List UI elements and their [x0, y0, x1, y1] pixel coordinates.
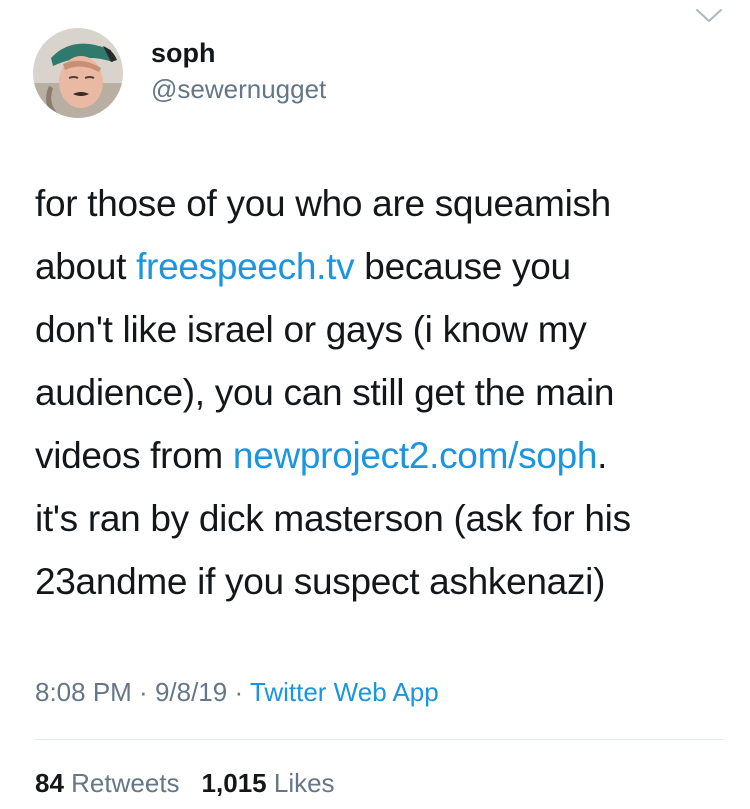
tweet-text: for those of you who are squeamish about … [35, 172, 735, 613]
retweets-stat[interactable]: 84 Retweets [35, 768, 180, 798]
tweet-text-segment: it's ran by dick masterson (ask for his [35, 498, 631, 539]
author-name[interactable]: soph [151, 38, 216, 69]
tweet-source[interactable]: Twitter Web App [250, 677, 439, 707]
tweet-line: it's ran by dick masterson (ask for his [35, 487, 735, 550]
chevron-down-icon[interactable] [693, 5, 725, 27]
meta-separator: · [227, 677, 250, 707]
avatar-photo [33, 28, 123, 118]
tweet-text-segment: don't like israel or gays (i know my [35, 309, 587, 350]
likes-label: Likes [273, 768, 335, 798]
tweet-text-segment: for those of you who are squeamish [35, 183, 611, 224]
tweet-stats: 84 Retweets 1,015 Likes [35, 768, 335, 799]
retweets-count: 84 [35, 768, 64, 798]
divider [35, 739, 723, 740]
likes-count: 1,015 [201, 768, 267, 798]
tweet-link[interactable]: freespeech.tv [136, 246, 355, 287]
tweet-line: don't like israel or gays (i know my [35, 298, 735, 361]
tweet-text-segment: videos from [35, 435, 233, 476]
tweet-line: videos from newproject2.com/soph. [35, 424, 735, 487]
tweet-meta: 8:08 PM · 9/8/19 · Twitter Web App [35, 677, 439, 708]
tweet-time[interactable]: 8:08 PM [35, 677, 132, 707]
tweet-line: 23andme if you suspect ashkenazi) [35, 550, 735, 613]
tweet-line: about freespeech.tv because you [35, 235, 735, 298]
tweet-text-segment: about [35, 246, 137, 287]
tweet-text-segment: 23andme if you suspect ashkenazi) [35, 561, 606, 602]
tweet-line: for those of you who are squeamish [35, 172, 735, 235]
likes-stat[interactable]: 1,015 Likes [202, 768, 335, 798]
meta-separator: · [131, 677, 155, 707]
avatar[interactable] [33, 28, 123, 118]
tweet-text-segment: . [597, 435, 608, 476]
tweet-text-segment: audience), you can still get the main [35, 372, 615, 413]
tweet-link[interactable]: newproject2.com/soph [233, 435, 598, 476]
retweets-label: Retweets [71, 768, 180, 798]
tweet-line: audience), you can still get the main [35, 361, 735, 424]
tweet-date[interactable]: 9/8/19 [155, 677, 227, 707]
author-handle[interactable]: @sewernugget [151, 74, 326, 105]
tweet-text-segment: because you [354, 246, 571, 287]
